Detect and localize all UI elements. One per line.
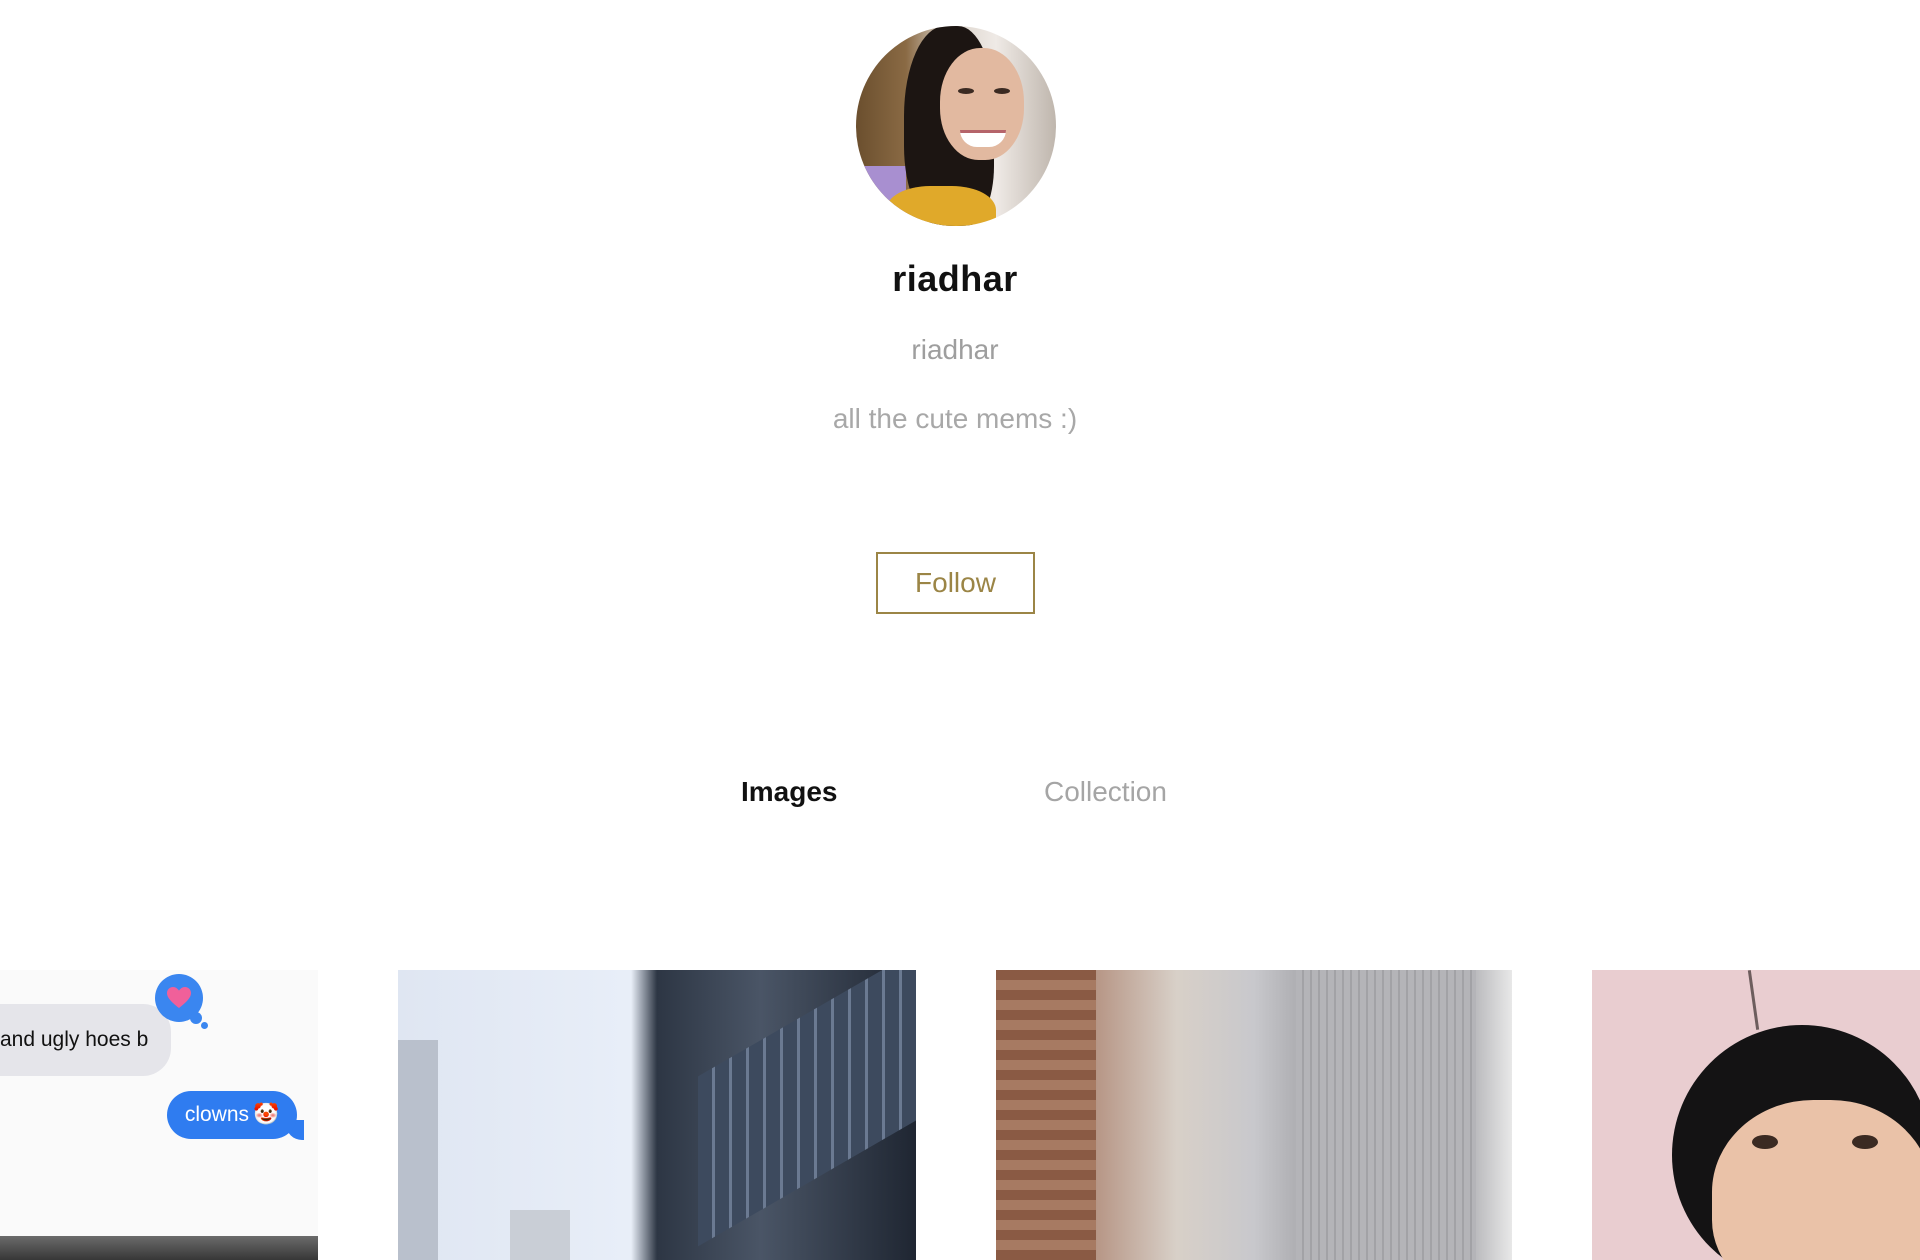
portrait-photo-partial <box>0 1236 318 1260</box>
image-tile-child-portrait[interactable] <box>1592 970 1920 1260</box>
tapback-tail-dot <box>201 1022 208 1029</box>
profile-avatar <box>856 26 1056 226</box>
message-text: and ugly hoes b <box>0 1028 149 1051</box>
message-text: clowns <box>184 1103 250 1126</box>
message-bubble-sent: clowns 🤡 <box>167 1091 297 1139</box>
avatar-eye <box>958 88 974 94</box>
profile-display-name: riadhar <box>892 258 1018 299</box>
glass-tower-shape <box>698 970 916 1247</box>
building-shape <box>510 1210 570 1260</box>
tapback-tail-dot <box>190 1012 202 1024</box>
avatar-eye <box>994 88 1010 94</box>
child-eye-shape <box>1852 1135 1878 1149</box>
child-face-shape <box>1712 1100 1920 1260</box>
heart-icon <box>167 987 191 1008</box>
image-tile-skyscrapers[interactable] <box>398 970 916 1260</box>
avatar-shirt <box>886 186 996 226</box>
profile-bio: all the cute mems :) <box>832 403 1078 434</box>
brick-reflection-shape <box>996 970 1096 1260</box>
profile-username: riadhar <box>911 334 999 365</box>
message-bubble-received: and ugly hoes b <box>0 1004 171 1076</box>
clown-emoji-icon: 🤡 <box>253 1103 280 1126</box>
image-tile-messages[interactable]: and ugly hoes b clowns 🤡 <box>0 970 318 1260</box>
image-tile-reflection[interactable] <box>996 970 1512 1260</box>
building-shape <box>398 1040 438 1260</box>
follow-button[interactable]: Follow <box>876 552 1035 614</box>
stone-pillar-shape <box>1296 970 1476 1260</box>
child-eye-shape <box>1752 1135 1778 1149</box>
tab-collection[interactable]: Collection <box>1044 776 1167 808</box>
tab-images[interactable]: Images <box>741 776 838 808</box>
umbrella-pole-shape <box>1747 970 1760 1030</box>
